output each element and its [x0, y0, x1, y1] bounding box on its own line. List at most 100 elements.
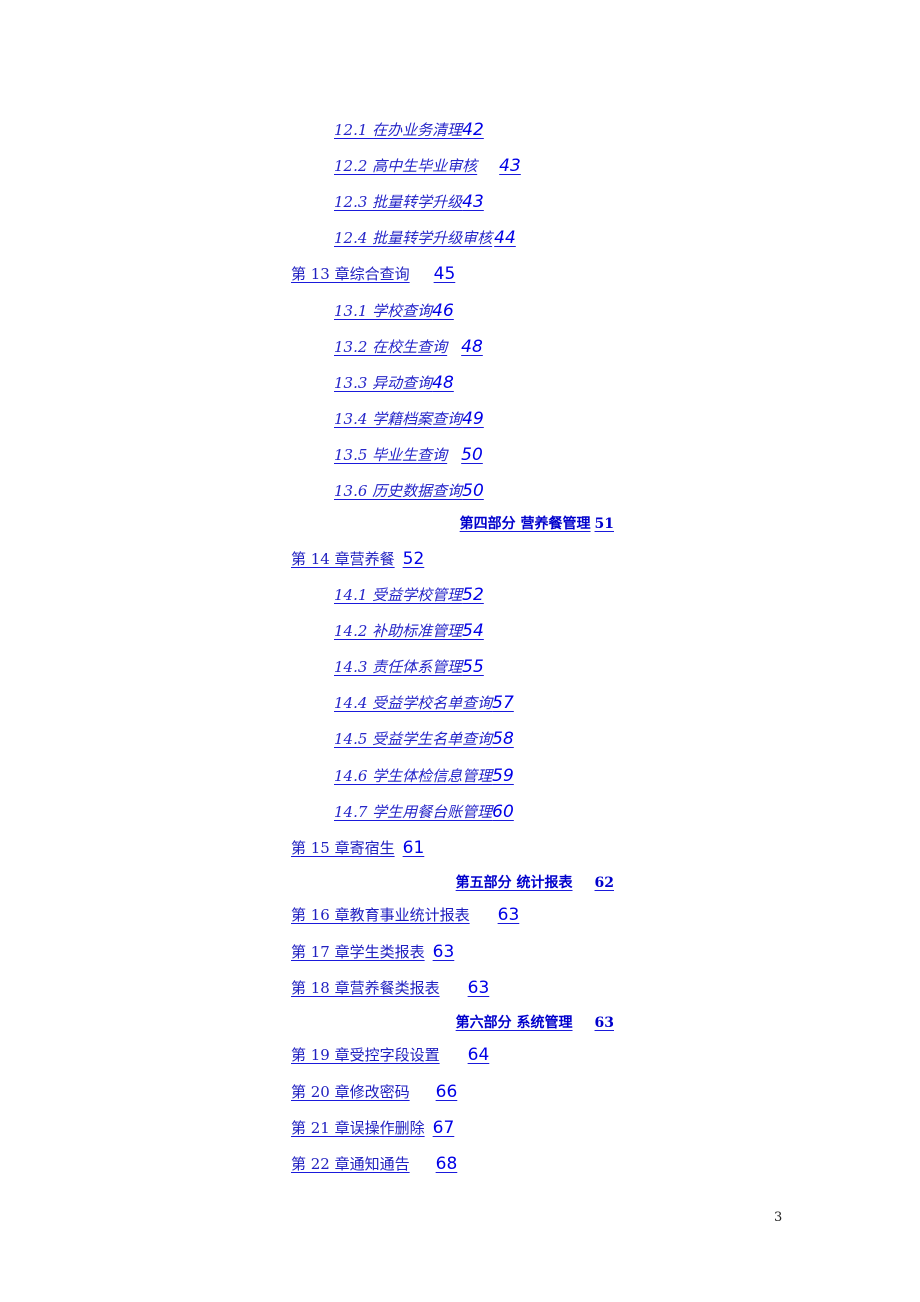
toc-entry-title: 12.4 批量转学升级审核 [334, 229, 493, 247]
toc-entry-chapter: 第 17 章学生类报表 63 [291, 942, 454, 962]
toc-entry-page: 61 [402, 838, 425, 858]
toc-entry-part: 第五部分 统计报表 62 [456, 872, 614, 892]
toc-entry-title: 13.1 学校查询 [334, 302, 433, 320]
toc-entry-page: 43 [462, 192, 484, 212]
toc-link[interactable]: 14.4 受益学校名单查询57 [334, 693, 514, 713]
toc-link[interactable]: 第六部分 系统管理 63 [456, 1012, 614, 1031]
toc-entry-chapter: 第 19 章受控字段设置 64 [291, 1045, 489, 1065]
toc-link[interactable]: 第 18 章营养餐类报表 63 [291, 978, 490, 998]
toc-entry-title: 13.4 学籍档案查询 [334, 410, 463, 428]
toc-entry-page: 63 [594, 1015, 614, 1031]
toc-entry-section: 13.2 在校生查询 48 [334, 337, 483, 357]
toc-link[interactable]: 第 19 章受控字段设置 64 [291, 1045, 490, 1065]
toc-link[interactable]: 第五部分 统计报表 62 [456, 872, 614, 891]
toc-link[interactable]: 13.6 历史数据查询50 [334, 481, 484, 501]
toc-entry-title: 第 18 章营养餐类报表 [291, 979, 440, 997]
toc-link[interactable]: 第 21 章误操作删除 67 [291, 1118, 455, 1138]
toc-entry-page: 50 [462, 481, 484, 501]
toc-entry-section: 14.5 受益学生名单查询58 [334, 729, 514, 749]
toc-entry-section: 12.1 在办业务清理42 [334, 120, 484, 140]
toc-entry-chapter: 第 21 章误操作删除 67 [291, 1118, 454, 1138]
toc-entry-section: 12.4 批量转学升级审核 44 [334, 228, 516, 248]
toc-link[interactable]: 第 13 章综合查询 45 [291, 264, 456, 284]
toc-entry-title: 14.7 学生用餐台账管理 [334, 803, 493, 821]
toc-entry-page: 43 [499, 156, 521, 176]
toc-link[interactable]: 13.3 异动查询48 [334, 373, 454, 393]
toc-link[interactable]: 第 20 章修改密码 66 [291, 1082, 458, 1102]
toc-entry-page: 64 [467, 1045, 490, 1065]
toc-entry-title: 13.2 在校生查询 [334, 338, 448, 356]
toc-link[interactable]: 第四部分 营养餐管理 51 [460, 513, 614, 532]
toc-entry-chapter: 第 14 章营养餐 52 [291, 549, 424, 569]
toc-entry-section: 14.6 学生体检信息管理59 [334, 766, 514, 786]
toc-link[interactable]: 12.4 批量转学升级审核 44 [334, 228, 516, 248]
toc-entry-title: 第 16 章教育事业统计报表 [291, 906, 470, 924]
toc-link[interactable]: 第 16 章教育事业统计报表 63 [291, 905, 520, 925]
toc-link[interactable]: 13.4 学籍档案查询49 [334, 409, 484, 429]
toc-entry-section: 14.4 受益学校名单查询57 [334, 693, 514, 713]
toc-entry-title: 第四部分 营养餐管理 [459, 516, 591, 532]
toc-link[interactable]: 14.1 受益学校管理52 [334, 585, 484, 605]
toc-entry-chapter: 第 18 章营养餐类报表 63 [291, 978, 489, 998]
toc-entry-page: 48 [432, 373, 454, 393]
toc-entry-page: 46 [432, 301, 454, 321]
toc-entry-part: 第四部分 营养餐管理 51 [460, 513, 614, 533]
toc-link[interactable]: 13.1 学校查询46 [334, 301, 454, 321]
toc-entry-title: 13.6 历史数据查询 [334, 482, 463, 500]
toc-link[interactable]: 14.3 责任体系管理55 [334, 657, 484, 677]
toc-entry-page: 67 [432, 1118, 455, 1138]
toc-entry-page: 63 [467, 978, 490, 998]
toc-link[interactable]: 13.5 毕业生查询 50 [334, 445, 483, 465]
toc-entry-page: 57 [492, 693, 514, 713]
toc-link[interactable]: 14.7 学生用餐台账管理60 [334, 802, 514, 822]
toc-entry-page: 59 [492, 766, 514, 786]
toc-link[interactable]: 第 15 章寄宿生 61 [291, 838, 425, 858]
toc-entry-chapter: 第 13 章综合查询 45 [291, 264, 455, 284]
toc-entry-page: 42 [462, 120, 484, 140]
toc-entry-title: 13.3 异动查询 [334, 374, 433, 392]
toc-entry-title: 12.3 批量转学升级 [334, 193, 463, 211]
toc-link[interactable]: 第 17 章学生类报表 63 [291, 942, 455, 962]
toc-link[interactable]: 14.5 受益学生名单查询58 [334, 729, 514, 749]
toc-entry-page: 63 [497, 905, 520, 925]
toc-entry-title: 第 13 章综合查询 [291, 265, 410, 283]
toc-link[interactable]: 14.2 补助标准管理54 [334, 621, 484, 641]
toc-entry-page: 51 [594, 516, 614, 532]
toc-entry-page: 66 [435, 1082, 458, 1102]
toc-link[interactable]: 13.2 在校生查询 48 [334, 337, 483, 357]
toc-entry-title: 第 15 章寄宿生 [291, 839, 395, 857]
toc-link[interactable]: 12.1 在办业务清理42 [334, 120, 484, 140]
toc-link[interactable]: 第 22 章通知通告 68 [291, 1154, 457, 1174]
toc-entry-section: 12.2 高中生毕业审核 43 [334, 156, 521, 176]
toc-entry-section: 12.3 批量转学升级43 [334, 192, 484, 212]
toc-entry-page: 44 [494, 228, 516, 248]
toc-link[interactable]: 12.2 高中生毕业审核 43 [334, 156, 521, 176]
toc-link[interactable]: 12.3 批量转学升级43 [334, 192, 484, 212]
toc-entry-page: 63 [432, 942, 455, 962]
toc-entry-page: 49 [462, 409, 484, 429]
toc-entry-title: 第五部分 统计报表 [455, 875, 573, 891]
toc-entry-title: 14.4 受益学校名单查询 [334, 694, 493, 712]
toc-entry-page: 52 [462, 585, 484, 605]
toc-entry-section: 14.1 受益学校管理52 [334, 585, 484, 605]
toc-entry-chapter: 第 20 章修改密码 66 [291, 1082, 457, 1102]
toc-link[interactable]: 第 14 章营养餐 52 [291, 549, 424, 569]
toc-entry-chapter: 第 22 章通知通告 68 [291, 1154, 457, 1174]
toc-entry-page: 58 [492, 729, 514, 749]
toc-entry-chapter: 第 16 章教育事业统计报表 63 [291, 905, 519, 925]
toc-entry-title: 14.3 责任体系管理 [334, 658, 463, 676]
toc-entry-title: 第六部分 系统管理 [455, 1015, 573, 1031]
toc-entry-page: 50 [461, 445, 483, 465]
toc-entry-title: 14.6 学生体检信息管理 [334, 767, 493, 785]
toc-entry-page: 60 [492, 802, 514, 822]
toc-entry-title: 第 20 章修改密码 [291, 1083, 410, 1101]
toc-entry-page: 54 [462, 621, 484, 641]
toc-entry-title: 14.5 受益学生名单查询 [334, 730, 493, 748]
page-number: 3 [774, 1210, 783, 1225]
toc-entry-section: 13.5 毕业生查询 50 [334, 445, 483, 465]
toc-link[interactable]: 14.6 学生体检信息管理59 [334, 766, 514, 786]
toc-entry-title: 第 22 章通知通告 [291, 1155, 410, 1173]
toc-entry-title: 14.2 补助标准管理 [334, 622, 463, 640]
toc-entry-section: 13.1 学校查询46 [334, 301, 454, 321]
toc-entry-page: 45 [433, 264, 456, 284]
